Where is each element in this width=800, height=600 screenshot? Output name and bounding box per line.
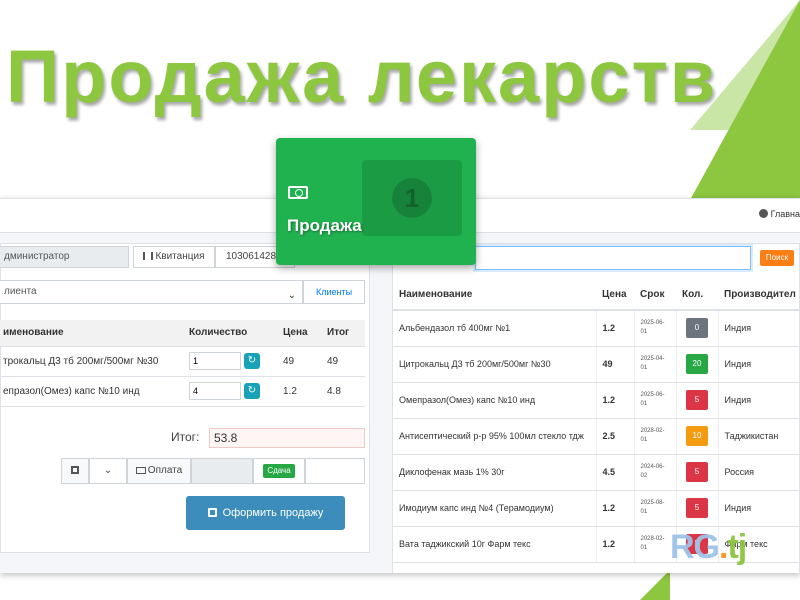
change-cell: Сдача xyxy=(253,458,305,484)
product-price: 1.2 xyxy=(596,310,635,347)
client-select[interactable]: лиента ⌄ xyxy=(0,280,303,304)
product-price: 49 xyxy=(596,346,635,383)
product-expiry: 2025-06-01 xyxy=(634,382,677,419)
column-header-manufacturer: Производител xyxy=(718,280,799,311)
table-row[interactable]: Альбендазол тб 400мг №1 1.2 2025-06-01 0 Инд… xyxy=(393,310,799,347)
search-button[interactable]: Поиск xyxy=(760,250,794,266)
quantity-input[interactable] xyxy=(189,352,241,370)
product-price: 1.2 xyxy=(596,382,635,419)
table-row[interactable]: Имодиум капс инд №4 (Терамодиум) 1.2 2025-… xyxy=(393,490,799,527)
column-header-total: Итог xyxy=(323,320,365,347)
product-manufacturer: Индия xyxy=(718,346,799,383)
column-header-price: Цена xyxy=(279,320,323,347)
receipt-button[interactable]: Квитанция xyxy=(133,246,215,268)
bottom-decoration xyxy=(640,570,670,600)
products-panel: Поиск Наименование Цена Срок Кол. Произв… xyxy=(392,243,800,573)
refresh-icon[interactable]: ↻ xyxy=(244,383,260,399)
item-total: 49 xyxy=(323,346,365,377)
refresh-icon[interactable]: ↻ xyxy=(244,353,260,369)
payment-button[interactable]: Оплата xyxy=(127,458,191,484)
table-row[interactable]: Омепразол(Омез) капс №10 инд 1.2 2025-06-0… xyxy=(393,382,799,419)
banknote-icon: 1 xyxy=(362,160,462,236)
item-price: 49 xyxy=(279,346,323,377)
dashboard-icon xyxy=(758,209,768,218)
product-name: Диклофенак мазь 1% 30г xyxy=(393,454,597,491)
product-manufacturer: Таджикистан xyxy=(718,418,799,455)
product-expiry: 2025-04-01 xyxy=(634,346,677,383)
home-link[interactable]: Главна xyxy=(758,209,800,219)
product-name: Имодиум капс инд №4 (Терамодиум) xyxy=(393,490,597,527)
product-expiry: 2025-08-01 xyxy=(634,490,677,527)
column-header-quantity: Кол. xyxy=(676,280,718,311)
save-icon xyxy=(207,508,217,517)
stock-badge: 5 xyxy=(686,390,708,410)
item-name: епразол(Омез) капс №10 инд xyxy=(0,376,185,407)
chevron-down-icon: ⌄ xyxy=(103,465,113,476)
cart-table: именование Количество Цена Итог трокальц… xyxy=(0,320,365,407)
product-name: Альбендазол тб 400мг №1 xyxy=(393,310,597,347)
stock-badge: 0 xyxy=(686,318,708,339)
cash-icon xyxy=(135,467,146,474)
table-row[interactable]: Диклофенак мазь 1% 30г 4.5 2024-06-02 5 Росс… xyxy=(393,454,799,491)
product-price: 1.2 xyxy=(596,526,635,563)
quantity-input[interactable] xyxy=(189,382,241,400)
rg-tj-logo: RG.tj xyxy=(670,528,747,566)
column-header-expiry: Срок xyxy=(634,280,676,311)
checkout-button[interactable]: Оформить продажу xyxy=(186,496,345,530)
search-input[interactable] xyxy=(475,246,751,270)
stock-badge: 5 xyxy=(686,498,708,518)
product-expiry: 2024-06-02 xyxy=(634,454,677,491)
change-button[interactable]: Сдача xyxy=(263,464,295,478)
table-row: епразол(Омез) капс №10 инд ↻ 1.2 4.8 xyxy=(0,376,365,407)
product-name: Антисептический р-р 95% 100мл стекло тдж xyxy=(393,418,597,455)
column-header-quantity: Количество xyxy=(185,320,279,347)
product-name: Вата таджикский 10г Фарм текс xyxy=(393,526,597,563)
product-manufacturer: Индия xyxy=(718,382,799,419)
total-value: 53.8 xyxy=(209,428,365,448)
product-price: 2.5 xyxy=(596,418,635,455)
product-price: 1.2 xyxy=(596,490,635,527)
products-table: Наименование Цена Срок Кол. Производител… xyxy=(393,280,799,563)
payment-input[interactable] xyxy=(191,458,253,484)
sale-card[interactable]: 1 Продажа xyxy=(276,138,476,265)
product-manufacturer: Россия xyxy=(718,454,799,491)
chevron-down-icon: ⌄ xyxy=(287,290,296,301)
page-headline: Продажа лекарств xyxy=(6,35,718,118)
change-input[interactable] xyxy=(305,458,365,484)
stock-badge: 20 xyxy=(686,354,708,374)
cash-icon xyxy=(288,186,308,199)
qr-button[interactable] xyxy=(61,458,89,484)
product-expiry: 2028-02-01 xyxy=(634,418,677,455)
item-total: 4.8 xyxy=(323,376,365,407)
stock-badge: 10 xyxy=(686,426,708,446)
qr-code-icon xyxy=(71,466,79,475)
barcode-icon xyxy=(143,252,154,260)
product-expiry: 2025-06-01 xyxy=(634,310,677,347)
item-name: трокальц Д3 тб 200мг/500мг №30 xyxy=(0,346,185,377)
sale-card-label: Продажа xyxy=(287,216,362,235)
column-header-name: именование xyxy=(0,320,185,347)
item-price: 1.2 xyxy=(279,376,323,407)
cart-panel: дминистратор Квитанция 103061428 лиента … xyxy=(0,243,370,553)
product-name: Цитрокальц Д3 тб 200мг/500мг №30 xyxy=(393,346,597,383)
column-header-name: Наименование xyxy=(393,280,596,311)
product-price: 4.5 xyxy=(596,454,635,491)
table-row: трокальц Д3 тб 200мг/500мг №30 ↻ 49 49 xyxy=(0,346,365,377)
table-row[interactable]: Цитрокальц Д3 тб 200мг/500мг №30 49 2025-0… xyxy=(393,346,799,383)
product-name: Омепразол(Омез) капс №10 инд xyxy=(393,382,597,419)
stock-badge: 5 xyxy=(686,462,708,482)
total-label: Итог: xyxy=(171,430,200,444)
table-row[interactable]: Антисептический р-р 95% 100мл стекло тдж… xyxy=(393,418,799,455)
clients-button[interactable]: Клиенты xyxy=(303,280,365,304)
product-manufacturer: Индия xyxy=(718,310,799,347)
payment-method-select[interactable]: ⌄ xyxy=(89,458,127,484)
product-manufacturer: Индия xyxy=(718,490,799,527)
cashier-field: дминистратор xyxy=(0,246,129,268)
column-header-price: Цена xyxy=(596,280,634,311)
